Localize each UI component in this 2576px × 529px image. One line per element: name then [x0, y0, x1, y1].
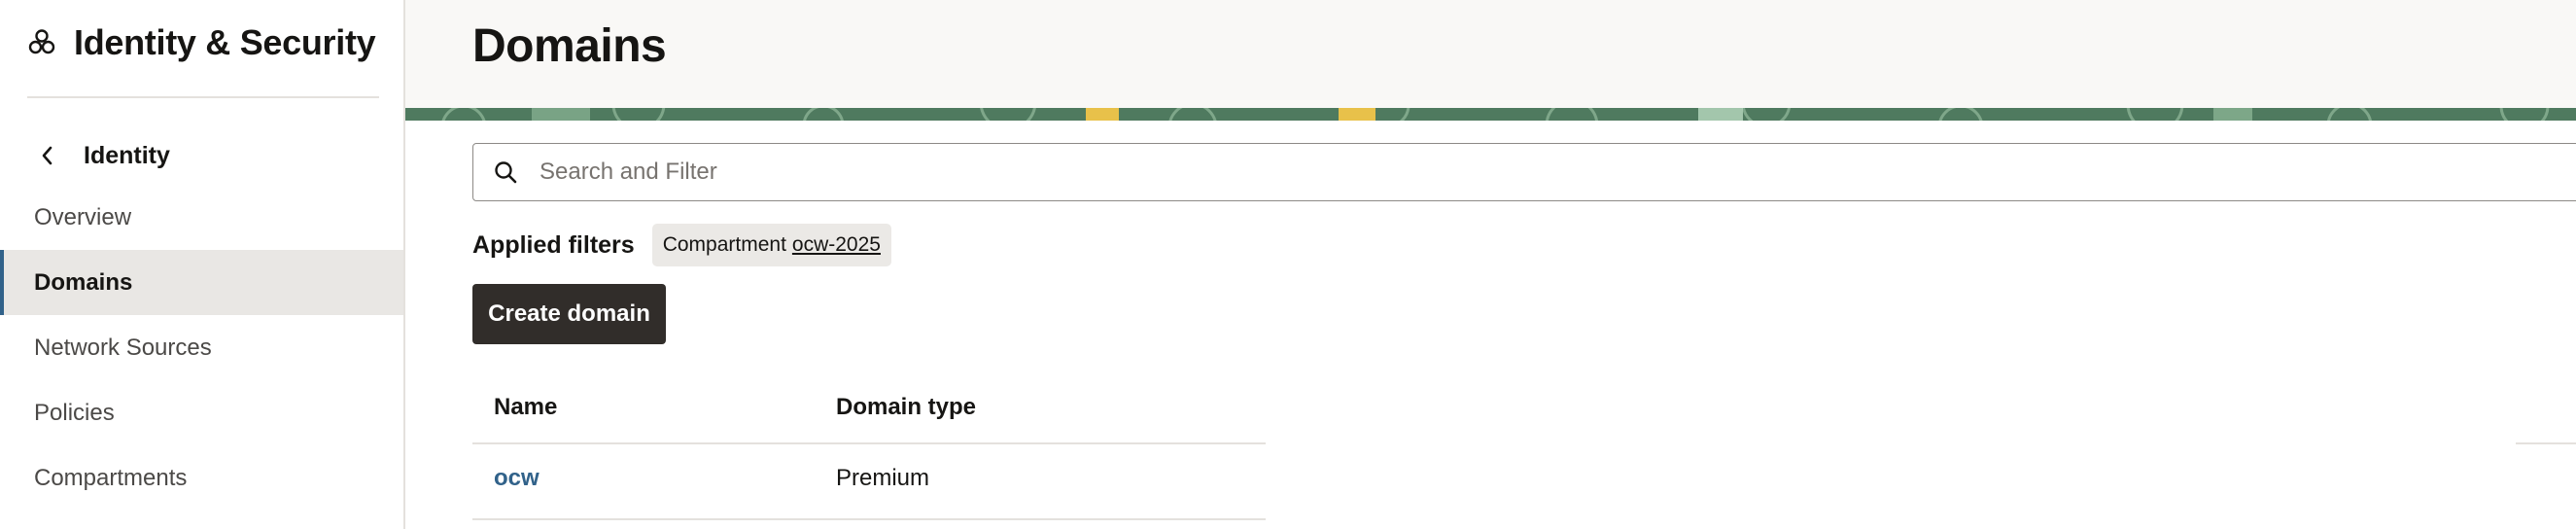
create-domain-button[interactable]: Create domain — [472, 284, 666, 344]
filter-chip-value[interactable]: ocw-2025 — [792, 233, 881, 257]
chevron-left-icon — [39, 145, 56, 166]
table-row[interactable]: ocw Premium — [472, 442, 2576, 518]
page-header: Domains — [405, 0, 2576, 108]
domain-type-cell: Premium — [836, 465, 930, 491]
sidebar-item-network-sources[interactable]: Network Sources — [0, 315, 403, 380]
domain-name-link[interactable]: ocw — [494, 465, 540, 492]
back-label: Identity — [84, 141, 170, 169]
sidebar-item-policies[interactable]: Policies — [0, 380, 403, 445]
page-title: Domains — [472, 20, 667, 72]
sidebar-nav: Overview Domains Network Sources Policie… — [0, 185, 403, 511]
sidebar-item-compartments[interactable]: Compartments — [0, 445, 403, 511]
brand: Identity & Security — [27, 19, 376, 66]
applied-filters: Applied filters Compartment ocw-2025 — [472, 224, 891, 266]
filter-chip-compartment[interactable]: Compartment ocw-2025 — [651, 224, 891, 266]
brand-title: Identity & Security — [74, 22, 376, 62]
search-box[interactable] — [472, 143, 2576, 201]
column-header-name[interactable]: Name — [494, 394, 557, 421]
row-divider — [472, 518, 1266, 520]
domains-table: Name Domain type ocw Premium — [472, 376, 2576, 520]
applied-filters-label: Applied filters — [472, 230, 635, 259]
sidebar: Identity & Security Identity Overview Do… — [0, 0, 405, 529]
column-header-domain-type[interactable]: Domain type — [836, 394, 976, 421]
back-to-identity-link[interactable]: Identity — [39, 134, 170, 177]
table-header-row: Name Domain type — [472, 376, 2576, 442]
decorative-banner — [405, 108, 2576, 121]
cubes-icon — [27, 28, 56, 57]
sidebar-divider — [27, 96, 379, 98]
search-icon — [493, 159, 518, 185]
sidebar-item-overview[interactable]: Overview — [0, 185, 403, 250]
sidebar-item-domains[interactable]: Domains — [0, 250, 403, 315]
filter-chip-key: Compartment — [662, 233, 786, 256]
search-input[interactable] — [538, 158, 2291, 187]
